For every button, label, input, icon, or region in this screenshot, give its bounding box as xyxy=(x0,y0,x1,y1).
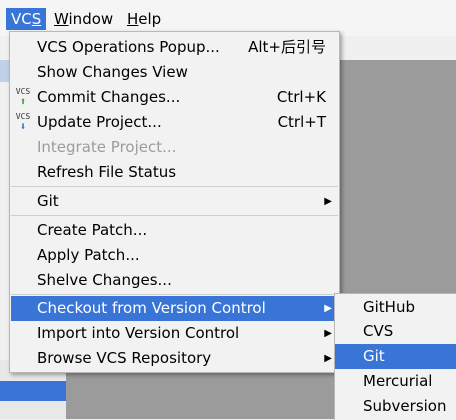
menu-item-label: Integrate Project... xyxy=(37,138,177,156)
submenu-item-git[interactable]: Git xyxy=(335,344,456,369)
menu-separator xyxy=(11,215,338,216)
menu-item-label: Import into Version Control xyxy=(37,324,240,342)
menu-item-checkout-from-version-control[interactable]: Checkout from Version Control ▶ xyxy=(11,296,338,321)
submenu-item-github[interactable]: GitHub xyxy=(335,295,456,320)
menu-item-shelve-changes[interactable]: Shelve Changes... xyxy=(11,268,338,293)
menu-item-refresh-file-status[interactable]: Refresh File Status xyxy=(11,160,338,185)
menu-item-label: Update Project... xyxy=(37,113,162,131)
menu-item-label: Shelve Changes... xyxy=(37,271,172,289)
submenu-item-label: Subversion xyxy=(363,397,447,415)
menu-item-commit-changes[interactable]: VCS ⬆ Commit Changes... Ctrl+K xyxy=(11,85,338,110)
submenu-arrow-icon: ▶ xyxy=(324,328,332,339)
menu-item-label: Browse VCS Repository xyxy=(37,349,212,367)
menu-item-label: Commit Changes... xyxy=(37,88,181,106)
vcs-commit-icon: VCS ⬆ xyxy=(15,87,31,108)
menu-item-shortcut: Ctrl+K xyxy=(276,88,326,106)
menu-vcs[interactable]: VCS xyxy=(6,8,47,30)
menu-item-show-changes-view[interactable]: Show Changes View xyxy=(11,60,338,85)
menu-item-label: Apply Patch... xyxy=(37,246,140,264)
checkout-submenu: GitHub CVS Git Mercurial Subversion xyxy=(334,293,456,420)
menu-item-create-patch[interactable]: Create Patch... xyxy=(11,218,338,243)
menu-item-label: Git xyxy=(37,192,59,210)
submenu-arrow-icon: ▶ xyxy=(324,303,332,314)
submenu-item-label: CVS xyxy=(363,322,394,340)
menu-help[interactable]: Help xyxy=(122,8,166,30)
menu-item-import-into-version-control[interactable]: Import into Version Control ▶ xyxy=(11,321,338,346)
menu-separator xyxy=(11,294,338,295)
menu-item-browse-vcs-repository[interactable]: Browse VCS Repository ▶ xyxy=(11,346,338,371)
menu-item-label: Checkout from Version Control xyxy=(37,299,266,317)
menu-item-label: Show Changes View xyxy=(37,63,188,81)
submenu-item-mercurial[interactable]: Mercurial xyxy=(335,369,456,394)
menu-item-vcs-operations-popup[interactable]: VCS Operations Popup... Alt+后引号 xyxy=(11,35,338,60)
submenu-arrow-icon: ▶ xyxy=(324,353,332,364)
menu-item-shortcut: Alt+后引号 xyxy=(248,38,326,56)
menu-item-git[interactable]: Git ▶ xyxy=(11,189,338,214)
submenu-item-label: GitHub xyxy=(363,298,415,316)
menu-item-label: VCS Operations Popup... xyxy=(37,38,220,56)
submenu-item-subversion[interactable]: Subversion xyxy=(335,394,456,419)
menu-item-update-project[interactable]: VCS ⬇ Update Project... Ctrl+T xyxy=(11,110,338,135)
submenu-arrow-icon: ▶ xyxy=(324,196,332,207)
submenu-item-cvs[interactable]: CVS xyxy=(335,319,456,344)
project-pane-selected-row xyxy=(0,381,66,401)
vcs-dropdown-menu: VCS Operations Popup... Alt+后引号 Show Cha… xyxy=(9,31,340,373)
menu-item-apply-patch[interactable]: Apply Patch... xyxy=(11,243,338,268)
menu-separator xyxy=(11,186,338,187)
menu-item-label: Create Patch... xyxy=(37,221,148,239)
menu-window[interactable]: Window xyxy=(49,8,118,30)
vcs-update-icon: VCS ⬇ xyxy=(15,112,31,133)
menu-item-integrate-project: Integrate Project... xyxy=(11,135,338,160)
menu-item-label: Refresh File Status xyxy=(37,163,177,181)
submenu-item-label: Mercurial xyxy=(363,372,433,390)
submenu-item-label: Git xyxy=(363,347,385,365)
menu-item-shortcut: Ctrl+T xyxy=(277,113,326,131)
